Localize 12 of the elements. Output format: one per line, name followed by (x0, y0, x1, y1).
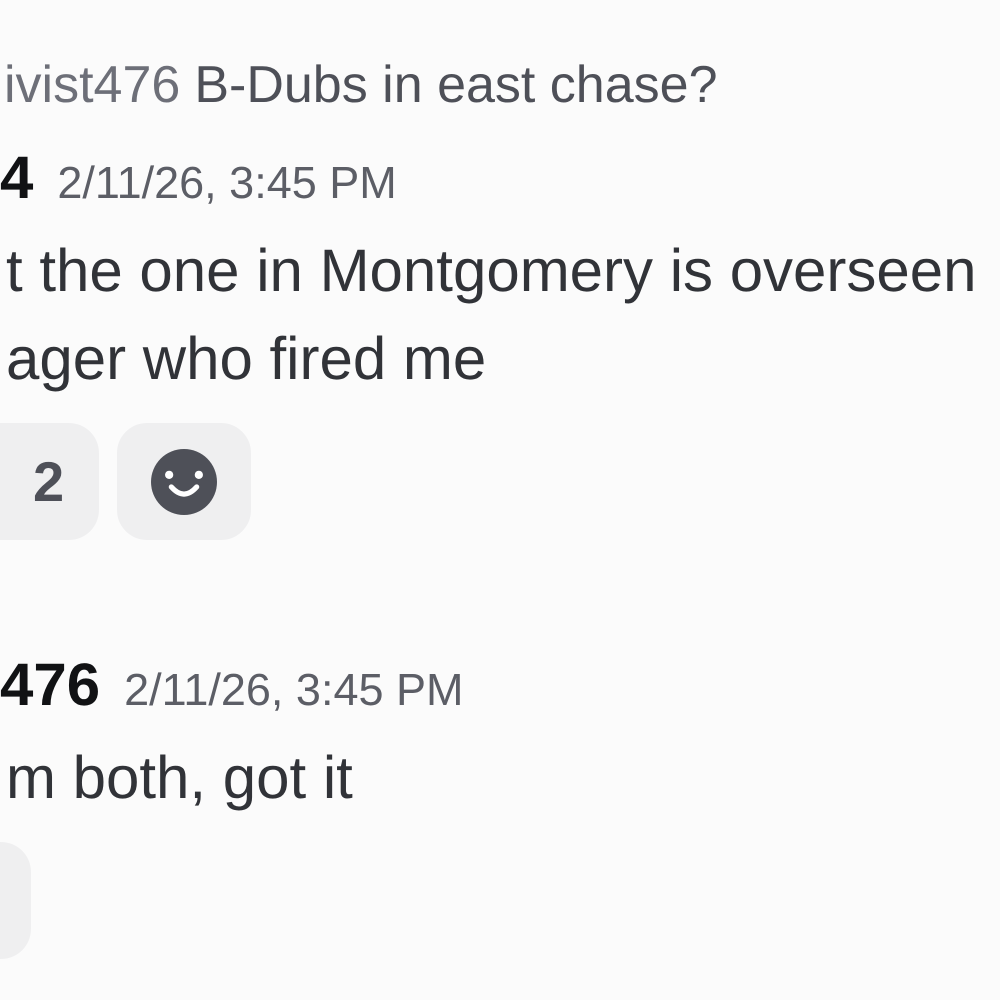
timestamp: 2/11/26, 3:45 PM (124, 663, 464, 717)
message-text: m both, got it (5, 743, 353, 813)
message-text: t the one in Montgomery is overseen (5, 236, 977, 306)
smiley-icon (151, 448, 218, 514)
message-text: ager who fired me (5, 324, 486, 394)
reaction-button[interactable]: 2 (0, 423, 100, 540)
timestamp: 2/11/26, 3:45 PM (57, 156, 397, 210)
username[interactable]: 4 (0, 138, 34, 218)
reply-author[interactable]: ivist476 (4, 50, 180, 120)
add-reaction-button[interactable] (117, 423, 252, 540)
reply-text: B-Dubs in east chase? (194, 55, 718, 116)
username[interactable]: 476 (0, 645, 100, 725)
